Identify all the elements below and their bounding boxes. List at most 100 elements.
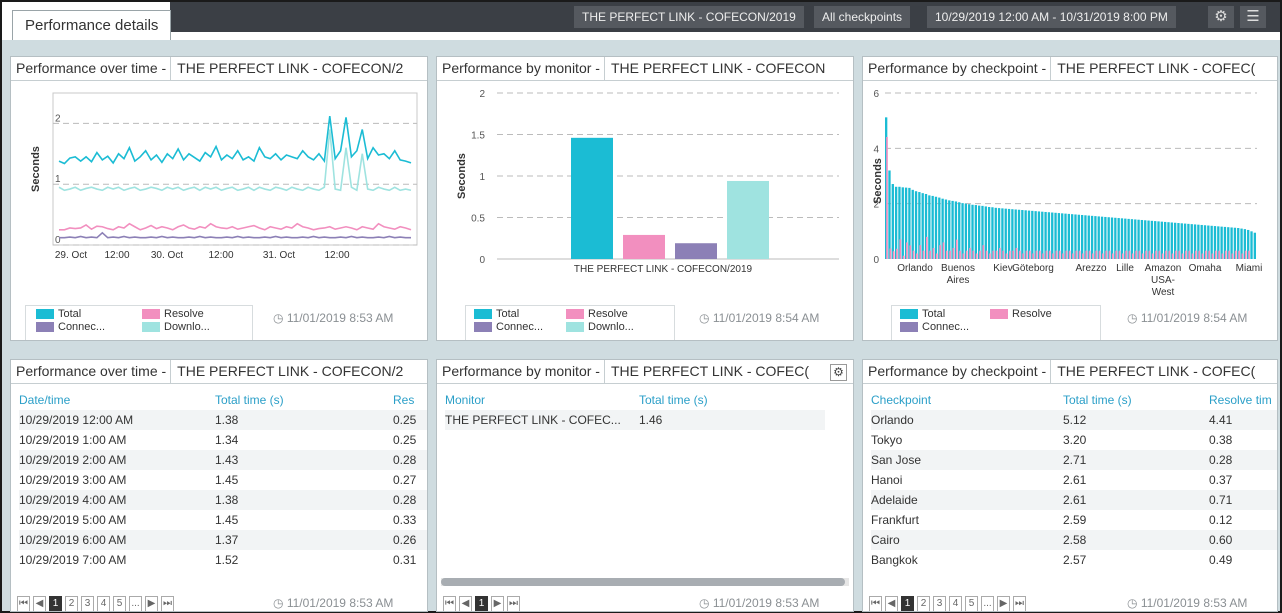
legend-total[interactable]: Total bbox=[496, 308, 519, 320]
column-header-monitor[interactable]: Monitor bbox=[445, 390, 639, 410]
column-header-total-time[interactable]: Total time (s) bbox=[639, 390, 825, 410]
last-page-button[interactable]: ⏭ bbox=[161, 596, 174, 611]
bar-connect bbox=[675, 243, 717, 259]
first-page-button[interactable]: ⏮ bbox=[869, 596, 882, 611]
y-tick-label: 1 bbox=[479, 172, 485, 183]
legend-swatch-connect bbox=[474, 322, 492, 332]
table-row[interactable]: 10/29/2019 12:00 AM 1.38 0.25 bbox=[19, 410, 427, 430]
bar-resolve bbox=[1019, 250, 1021, 259]
column-header-total-time[interactable]: Total time (s) bbox=[1063, 390, 1209, 410]
table-row[interactable]: Cairo 2.58 0.60 bbox=[871, 530, 1277, 550]
prev-page-button[interactable]: ◀ bbox=[459, 596, 472, 611]
hamburger-menu-icon[interactable]: ☰ bbox=[1240, 6, 1266, 28]
legend-total[interactable]: Total bbox=[58, 308, 81, 320]
page-button[interactable]: 1 bbox=[49, 596, 62, 611]
monitor-dropdown[interactable]: THE PERFECT LINK - COFECON/2 bbox=[170, 360, 403, 383]
bar-resolve bbox=[1191, 253, 1194, 259]
column-header-checkpoint[interactable]: Checkpoint bbox=[871, 390, 1063, 410]
bar-total bbox=[1100, 216, 1104, 259]
page-button[interactable]: 4 bbox=[949, 596, 962, 611]
next-page-button[interactable]: ▶ bbox=[491, 596, 504, 611]
y-tick-label: 0 bbox=[873, 255, 879, 266]
bar-resolve bbox=[1158, 250, 1161, 259]
legend-connect[interactable]: Connec... bbox=[58, 321, 105, 333]
last-page-button[interactable]: ⏭ bbox=[507, 596, 520, 611]
next-page-button[interactable]: ▶ bbox=[997, 596, 1010, 611]
bar-resolve bbox=[909, 245, 912, 259]
date-range-selector[interactable]: 10/29/2019 12:00 AM - 10/31/2019 8:00 PM bbox=[927, 6, 1176, 28]
table-row[interactable]: 10/29/2019 3:00 AM 1.45 0.27 bbox=[19, 470, 427, 490]
table-row[interactable]: Tokyo 3.20 0.38 bbox=[871, 430, 1277, 450]
page-button[interactable]: 1 bbox=[475, 596, 488, 611]
table-row[interactable]: Hanoi 2.61 0.37 bbox=[871, 470, 1277, 490]
pagination: ⏮ ◀ 1 ▶ ⏭ bbox=[443, 596, 520, 611]
tab-performance-details[interactable]: Performance details bbox=[12, 10, 172, 40]
bar-resolve bbox=[1178, 250, 1181, 259]
page-button[interactable]: 2 bbox=[917, 596, 930, 611]
legend-resolve[interactable]: Resolve bbox=[164, 308, 204, 320]
x-tick-label: 12:00 bbox=[104, 250, 129, 261]
next-page-button[interactable]: ▶ bbox=[145, 596, 158, 611]
table-row[interactable]: THE PERFECT LINK - COFEC... 1.46 bbox=[445, 410, 825, 430]
bar-resolve bbox=[1045, 250, 1048, 259]
legend-resolve[interactable]: Resolve bbox=[588, 308, 628, 320]
monitor-selector[interactable]: THE PERFECT LINK - COFECON/2019 bbox=[574, 6, 804, 28]
horizontal-scrollbar[interactable] bbox=[441, 578, 849, 586]
table-row[interactable]: Orlando 5.12 4.41 bbox=[871, 410, 1277, 430]
gear-icon[interactable]: ⚙ bbox=[1208, 6, 1234, 28]
column-header-total-time[interactable]: Total time (s) bbox=[215, 390, 393, 410]
page-button[interactable]: 5 bbox=[113, 596, 126, 611]
gear-icon[interactable]: ⚙ bbox=[830, 364, 847, 381]
bar-resolve bbox=[1048, 250, 1051, 259]
page-button[interactable]: 4 bbox=[97, 596, 110, 611]
prev-page-button[interactable]: ◀ bbox=[33, 596, 46, 611]
legend-download[interactable]: Downlo... bbox=[588, 321, 634, 333]
legend-swatch-resolve bbox=[142, 309, 160, 319]
table-row[interactable]: Bangkok 2.57 0.49 bbox=[871, 550, 1277, 570]
timestamp-text: 11/01/2019 8:53 AM bbox=[712, 596, 820, 610]
page-button[interactable]: 3 bbox=[933, 596, 946, 611]
page-button[interactable]: ... bbox=[981, 596, 994, 611]
monitor-dropdown[interactable]: THE PERFECT LINK - COFECON bbox=[603, 57, 825, 80]
legend-swatch-connect bbox=[36, 322, 54, 332]
first-page-button[interactable]: ⏮ bbox=[17, 596, 30, 611]
timestamp: ◷ 11/01/2019 8:53 AM bbox=[273, 596, 394, 610]
table-row[interactable]: San Jose 2.71 0.28 bbox=[871, 450, 1277, 470]
page-button[interactable]: ... bbox=[129, 596, 142, 611]
scrollbar-thumb[interactable] bbox=[441, 578, 845, 586]
page-button[interactable]: 3 bbox=[81, 596, 94, 611]
table-row[interactable]: 10/29/2019 6:00 AM 1.37 0.26 bbox=[19, 530, 427, 550]
checkpoints-selector[interactable]: All checkpoints bbox=[814, 6, 911, 28]
table-row[interactable]: Frankfurt 2.59 0.12 bbox=[871, 510, 1277, 530]
table-row[interactable]: 10/29/2019 4:00 AM 1.38 0.28 bbox=[19, 490, 427, 510]
monitor-dropdown[interactable]: THE PERFECT LINK - COFEC( bbox=[1050, 57, 1255, 80]
panel-performance-by-monitor-table: Performance by monitor - THE PERFECT LINK… bbox=[436, 359, 854, 612]
page-button[interactable]: 5 bbox=[965, 596, 978, 611]
bar-resolve bbox=[962, 253, 965, 259]
column-header-datetime[interactable]: Date/time bbox=[19, 390, 215, 410]
pagination: ⏮ ◀ 1 2 3 4 5... ▶ ⏭ bbox=[17, 596, 174, 611]
prev-page-button[interactable]: ◀ bbox=[885, 596, 898, 611]
column-header-resolve[interactable]: Resolve tim bbox=[1209, 390, 1277, 410]
legend-connect[interactable]: Connec... bbox=[922, 321, 969, 333]
monitor-dropdown[interactable]: THE PERFECT LINK - COFEC( bbox=[603, 360, 809, 383]
first-page-button[interactable]: ⏮ bbox=[443, 596, 456, 611]
monitor-dropdown[interactable]: THE PERFECT LINK - COFECON/2 bbox=[170, 57, 403, 80]
bar-resolve bbox=[972, 250, 975, 259]
table-row[interactable]: 10/29/2019 1:00 AM 1.34 0.25 bbox=[19, 430, 427, 450]
bar-resolve bbox=[919, 245, 922, 259]
column-header-resolve[interactable]: Res bbox=[393, 390, 427, 410]
legend-total[interactable]: Total bbox=[922, 308, 945, 320]
table-row[interactable]: 10/29/2019 5:00 AM 1.45 0.33 bbox=[19, 510, 427, 530]
table-row[interactable]: Adelaide 2.61 0.71 bbox=[871, 490, 1277, 510]
last-page-button[interactable]: ⏭ bbox=[1013, 596, 1026, 611]
table-row[interactable]: 10/29/2019 7:00 AM 1.52 0.31 bbox=[19, 550, 427, 570]
page-button[interactable]: 2 bbox=[65, 596, 78, 611]
table-row[interactable]: 10/29/2019 2:00 AM 1.43 0.28 bbox=[19, 450, 427, 470]
page-button[interactable]: 1 bbox=[901, 596, 914, 611]
monitor-dropdown[interactable]: THE PERFECT LINK - COFEC( bbox=[1050, 360, 1255, 383]
legend-connect[interactable]: Connec... bbox=[496, 321, 543, 333]
bar-total bbox=[571, 137, 613, 259]
legend-download[interactable]: Downlo... bbox=[164, 321, 210, 333]
legend-resolve[interactable]: Resolve bbox=[1012, 308, 1052, 320]
